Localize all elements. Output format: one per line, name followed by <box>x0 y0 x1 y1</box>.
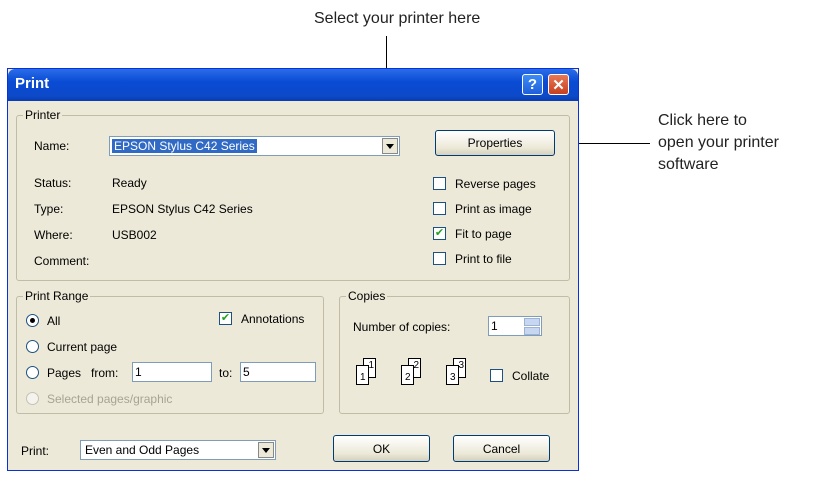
help-button[interactable]: ? <box>522 74 543 95</box>
chevron-down-icon[interactable] <box>258 442 274 458</box>
cancel-button[interactable]: Cancel <box>453 435 550 462</box>
radio-all-label[interactable]: All <box>47 314 60 328</box>
status-label: Status: <box>34 176 72 190</box>
radio-current-page[interactable] <box>26 340 39 353</box>
print-range-group: Print Range All ✔ Annotations Current pa… <box>16 289 324 414</box>
type-value: EPSON Stylus C42 Series <box>112 202 253 216</box>
name-label: Name: <box>34 139 70 153</box>
copies-group: Copies Number of copies: 1 1 1 2 2 3 3 C… <box>339 289 570 414</box>
from-input[interactable]: 1 <box>132 362 212 382</box>
fit-to-page-checkbox[interactable]: ✔ <box>433 227 446 240</box>
print-range-group-label: Print Range <box>23 289 91 303</box>
collate-checkbox[interactable] <box>490 369 503 382</box>
from-label: from: <box>91 366 119 380</box>
ok-button-label: OK <box>372 441 391 456</box>
help-icon: ? <box>527 76 538 93</box>
print-dialog: Print ? ✕ Printer Name: EPSON Stylus C42… <box>7 68 579 471</box>
radio-pages[interactable] <box>26 366 39 379</box>
where-value: USB002 <box>112 228 157 242</box>
print-to-file-checkbox[interactable] <box>433 252 446 265</box>
to-input[interactable]: 5 <box>240 362 316 382</box>
annotations-checkbox[interactable]: ✔ <box>219 312 232 325</box>
print-select-label: Print: <box>21 444 50 458</box>
callout-properties-line3: software <box>658 156 719 173</box>
title-bar: Print ? ✕ <box>8 69 578 101</box>
close-icon: ✕ <box>552 76 565 94</box>
printer-name-select[interactable]: EPSON Stylus C42 Series <box>109 136 400 156</box>
copies-spinner[interactable] <box>524 317 540 335</box>
number-of-copies-label: Number of copies: <box>353 320 451 334</box>
to-label: to: <box>219 366 233 380</box>
copies-group-label: Copies <box>346 289 388 303</box>
dialog-title: Print <box>15 75 50 92</box>
where-label: Where: <box>34 228 73 242</box>
printer-group-label: Printer <box>23 108 63 122</box>
printer-name-value: EPSON Stylus C42 Series <box>112 139 257 153</box>
print-select-value: Even and Odd Pages <box>85 443 200 457</box>
callout-properties-line2: open your printer <box>658 134 779 151</box>
check-icon: ✔ <box>434 227 445 239</box>
comment-label: Comment: <box>34 254 90 268</box>
collate-page-3-front: 3 <box>446 365 459 385</box>
spin-down-icon[interactable] <box>524 327 540 335</box>
callout-select-printer: Select your printer here <box>314 10 481 27</box>
properties-button[interactable]: Properties <box>435 130 555 156</box>
close-button[interactable]: ✕ <box>548 74 569 95</box>
status-value: Ready <box>112 176 147 190</box>
spin-up-icon[interactable] <box>524 318 540 326</box>
print-to-file-label[interactable]: Print to file <box>455 252 512 266</box>
collate-page-1-front: 1 <box>356 365 369 385</box>
annotations-label[interactable]: Annotations <box>241 312 304 326</box>
radio-current-page-label[interactable]: Current page <box>47 340 117 354</box>
cancel-button-label: Cancel <box>482 441 521 456</box>
reverse-pages-label[interactable]: Reverse pages <box>455 177 536 191</box>
reverse-pages-checkbox[interactable] <box>433 177 446 190</box>
copies-stepper[interactable]: 1 <box>488 316 542 336</box>
radio-selected[interactable] <box>26 392 39 405</box>
print-select[interactable]: Even and Odd Pages <box>80 440 276 460</box>
chevron-down-icon[interactable] <box>382 138 398 154</box>
radio-selected-label[interactable]: Selected pages/graphic <box>47 392 172 406</box>
collate-page-2-front: 2 <box>401 365 414 385</box>
print-as-image-label[interactable]: Print as image <box>455 202 532 216</box>
radio-all[interactable] <box>26 314 39 327</box>
radio-pages-label[interactable]: Pages <box>47 366 81 380</box>
printer-group: Printer Name: EPSON Stylus C42 Series Pr… <box>16 108 570 281</box>
print-as-image-checkbox[interactable] <box>433 202 446 215</box>
properties-button-label: Properties <box>467 136 523 150</box>
callout-properties-line1: Click here to <box>658 112 747 129</box>
collate-label[interactable]: Collate <box>512 369 549 383</box>
fit-to-page-label[interactable]: Fit to page <box>455 227 512 241</box>
callout-properties: Click here to open your printer software <box>658 110 779 176</box>
copies-value: 1 <box>491 319 498 333</box>
check-icon: ✔ <box>220 312 231 324</box>
ok-button[interactable]: OK <box>333 435 430 462</box>
type-label: Type: <box>34 202 64 216</box>
